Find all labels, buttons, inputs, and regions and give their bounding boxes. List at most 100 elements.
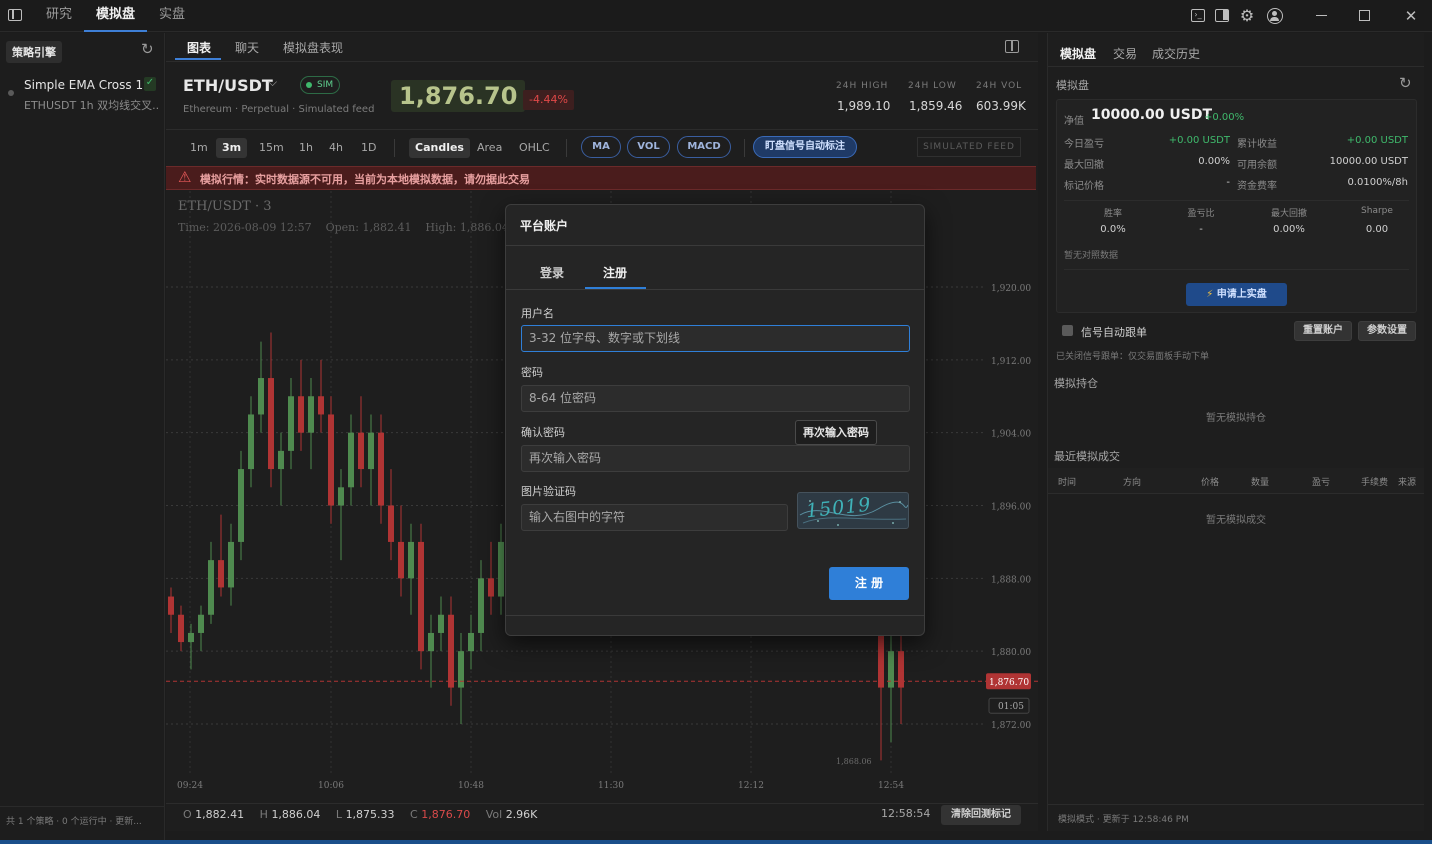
status-dot-icon — [8, 90, 14, 96]
high-value: 1,886.04 — [271, 808, 321, 821]
tab-paper-performance[interactable]: 模拟盘表现 — [283, 39, 343, 56]
user-avatar-icon[interactable] — [1265, 6, 1285, 26]
tab-chart[interactable]: 图表 — [187, 39, 211, 56]
signal-annotate-button[interactable]: 盯盘信号自动标注 — [753, 136, 857, 158]
tab-research[interactable]: 研究 — [46, 0, 72, 32]
strategy-sidebar: 策略引擎 ↻ Simple EMA Cross 1h ✓ ETHUSDT 1h … — [0, 33, 165, 840]
trades-table-header: 时间 方向 价格 数量 盈亏 手续费 来源 — [1048, 468, 1424, 494]
positions-title: 模拟持仓 — [1054, 377, 1098, 390]
username-input[interactable]: 3-32 位字母、数字或下划线 — [521, 325, 910, 352]
timeframe-1h[interactable]: 1h — [293, 138, 319, 158]
stat-vol-value: 603.99K — [976, 99, 1026, 113]
volume-value: 2.96K — [505, 808, 538, 821]
indicator-ma-button[interactable]: MA — [581, 136, 621, 158]
stat-high-label: 24H HIGH — [836, 81, 889, 91]
trades-title: 最近模拟成交 — [1054, 450, 1120, 463]
refresh-icon[interactable]: ↻ — [141, 40, 154, 58]
timeframe-4h[interactable]: 4h — [323, 138, 349, 158]
candle-body — [298, 396, 304, 433]
candle-body — [218, 560, 224, 588]
volume-label: Vol — [485, 808, 503, 821]
captcha-input[interactable]: 输入右图中的字符 — [521, 504, 788, 531]
candle-body — [208, 560, 214, 615]
candle-body — [498, 541, 504, 597]
low-label: L — [335, 808, 343, 821]
chevron-down-icon[interactable]: ⌵ — [268, 75, 277, 90]
close-icon[interactable]: ✕ — [1401, 6, 1421, 26]
window-bottom-bar — [0, 840, 1432, 844]
panel-layout-icon[interactable] — [1212, 6, 1232, 26]
split-view-icon[interactable] — [1005, 40, 1019, 53]
col-time: 时间 — [1058, 478, 1077, 488]
price-tick-label: 1,888.00 — [991, 575, 1031, 585]
refresh-icon[interactable]: ↻ — [1399, 74, 1412, 92]
captcha-image[interactable]: 15019 — [797, 492, 909, 529]
chart-type-ohlc[interactable]: OHLC — [513, 138, 556, 158]
price-tick-label: 1,920.00 — [991, 284, 1031, 294]
ohlc-status: O 1,882.41 H 1,886.04 L 1,875.33 C 1,876… — [183, 808, 537, 821]
sidebar-toggle-icon[interactable] — [8, 9, 22, 21]
current-price: 1,876.70 — [391, 80, 526, 112]
right-footer-status: 模拟模式 · 更新于 12:58:46 PM — [1058, 815, 1189, 825]
positions-empty: 暂无模拟持仓 — [1206, 413, 1266, 424]
tab-paper-trading[interactable]: 模拟盘 — [84, 0, 148, 32]
maximize-icon[interactable] — [1355, 6, 1375, 26]
timeframe-3m[interactable]: 3m — [216, 138, 248, 158]
timeframe-1m[interactable]: 1m — [184, 138, 214, 158]
chart-type-area[interactable]: Area — [471, 138, 508, 158]
symbol-title[interactable]: ETH/USDT — [183, 76, 273, 95]
metric-sharpe-label: Sharpe — [1361, 206, 1393, 216]
candle-body — [198, 614, 204, 633]
gear-icon[interactable]: ⚙ — [1237, 6, 1257, 26]
register-submit-button[interactable]: 注 册 — [829, 567, 909, 600]
last-price-tag: 1,876.70 — [989, 678, 1029, 688]
timeframe-1d[interactable]: 1D — [355, 138, 382, 158]
candle-body — [338, 487, 344, 506]
tab-trade-history[interactable]: 成交历史 — [1152, 45, 1200, 62]
metric-max-drawdown-label: 最大回撤 — [1270, 209, 1307, 219]
section-title-paper: 模拟盘 — [1056, 79, 1089, 92]
terminal-icon[interactable]: ›_ — [1188, 6, 1208, 26]
tab-login[interactable]: 登录 — [540, 264, 564, 281]
low-value: 1,875.33 — [345, 808, 395, 821]
reset-account-button[interactable]: 重置账户 — [1294, 321, 1352, 341]
stat-low-label: 24H LOW — [908, 81, 957, 91]
params-settings-button[interactable]: 参数设置 — [1358, 321, 1416, 341]
apply-live-button[interactable]: ⚡ 申请上实盘 — [1186, 283, 1287, 306]
price-tick-label: 1,872.00 — [991, 721, 1031, 731]
tab-register[interactable]: 注册 — [603, 264, 627, 281]
metric-winrate-label: 胜率 — [1103, 209, 1122, 219]
price-tick-label: 1,880.00 — [991, 648, 1031, 658]
warning-icon: ⚠ — [178, 168, 192, 186]
candle-body — [188, 632, 194, 643]
confirm-password-input[interactable]: 再次输入密码 — [521, 445, 910, 472]
metric-winrate-value: 0.0% — [1100, 224, 1126, 235]
candle-body — [348, 432, 354, 488]
minimize-icon[interactable] — [1312, 6, 1332, 26]
candle-body — [178, 614, 184, 643]
price-change-badge: -4.44% — [523, 90, 574, 110]
today-pnl-label: 今日盈亏 — [1064, 139, 1104, 150]
indicator-vol-button[interactable]: VOL — [627, 136, 670, 158]
paper-trading-panel: 模拟盘 交易 成交历史 模拟盘 ↻ 净值 10000.00 USDT +0.00… — [1047, 33, 1424, 831]
price-tick-label: 1,896.00 — [991, 503, 1031, 513]
candle-body — [448, 614, 454, 688]
stat-vol-label: 24H VOL — [976, 81, 1023, 91]
max-drawdown-label: 最大回撤 — [1064, 160, 1104, 171]
password-input[interactable]: 8-64 位密码 — [521, 385, 910, 412]
candle-body — [228, 541, 234, 588]
tab-paper[interactable]: 模拟盘 — [1060, 45, 1096, 62]
tab-chat[interactable]: 聊天 — [235, 39, 259, 56]
strategy-engine-label: 策略引擎 — [6, 41, 62, 63]
auto-follow-checkbox[interactable] — [1062, 325, 1073, 336]
strategy-name[interactable]: Simple EMA Cross 1h — [24, 78, 151, 92]
tab-live[interactable]: 实盘 — [159, 0, 185, 32]
candle-body — [478, 578, 484, 633]
clear-backtest-marks-button[interactable]: 清除回测标记 — [941, 805, 1021, 825]
funding-rate-label: 资金费率 — [1237, 181, 1277, 192]
chart-type-candles[interactable]: Candles — [409, 138, 470, 158]
timeframe-15m[interactable]: 15m — [253, 138, 290, 158]
indicator-macd-button[interactable]: MACD — [677, 136, 731, 158]
candle-body — [358, 432, 364, 470]
tab-trade[interactable]: 交易 — [1113, 45, 1137, 62]
